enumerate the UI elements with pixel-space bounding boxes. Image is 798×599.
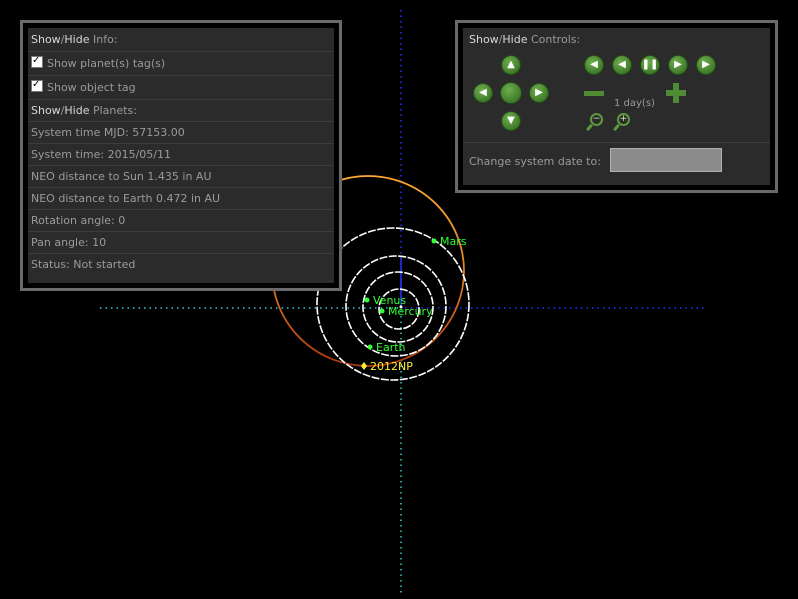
planet-tags-row[interactable]: Show planet(s) tag(s)	[28, 52, 334, 76]
object-label: 2012NP	[370, 360, 413, 373]
status-text: Status: Not started	[31, 258, 136, 271]
hide-info-link[interactable]: Hide	[64, 33, 89, 46]
mercury-marker	[379, 308, 385, 314]
info-panel: Show/Hide Info: Show planet(s) tag(s) Sh…	[20, 20, 342, 291]
controls-divider	[463, 142, 770, 143]
info-title: Info:	[92, 33, 118, 46]
object-marker	[361, 362, 367, 370]
show-info-link[interactable]: Show	[31, 33, 61, 46]
planet-mercury[interactable]: Mercury	[379, 305, 434, 318]
planet-label-mars: Mars	[440, 235, 467, 248]
object-tag-row[interactable]: Show object tag	[28, 76, 334, 100]
step-forward-button[interactable]: ▶	[668, 55, 688, 75]
system-date-input[interactable]	[610, 148, 722, 172]
planet-label-earth: Earth	[376, 341, 406, 354]
info-panel-body: Show/Hide Info: Show planet(s) tag(s) Sh…	[28, 28, 334, 283]
planet-earth[interactable]: Earth	[367, 341, 406, 354]
show-controls-link[interactable]: Show	[469, 33, 499, 46]
show-planets-link[interactable]: Show	[31, 104, 61, 117]
neo-distance-earth: NEO distance to Earth 0.472 in AU	[28, 188, 334, 210]
increase-step-button[interactable]	[666, 83, 686, 103]
pan-left-button[interactable]: ◀	[473, 83, 493, 103]
planet-label-mercury: Mercury	[388, 305, 433, 318]
venus-marker	[364, 297, 370, 303]
hide-controls-link[interactable]: Hide	[502, 33, 527, 46]
play-button[interactable]: ▶	[696, 55, 716, 75]
decrease-step-button[interactable]	[584, 91, 604, 96]
pan-right-button[interactable]: ▶	[529, 83, 549, 103]
rotation-angle: Rotation angle: 0	[28, 210, 334, 232]
pan-up-button[interactable]: ▲	[501, 55, 521, 75]
step-size-label: 1 day(s)	[614, 98, 655, 109]
plus-icon-v	[673, 83, 679, 103]
controls-header: Show/Hide Controls:	[469, 33, 580, 46]
pan-center-button[interactable]	[500, 82, 522, 104]
object-tag-label: Show object tag	[47, 81, 136, 94]
hide-planets-link[interactable]: Hide	[64, 104, 89, 117]
pause-button[interactable]: ❚❚	[640, 55, 660, 75]
planets-title: Planets:	[92, 104, 137, 117]
zoom-in-button[interactable]: +	[613, 113, 633, 133]
controls-panel: Show/Hide Controls: ▲ ◀ ▶ ▼ ◀ ◀ ❚❚ ▶ ▶ 1…	[455, 20, 778, 193]
pan-down-button[interactable]: ▼	[501, 111, 521, 131]
planet-tags-checkbox[interactable]	[31, 54, 43, 68]
zoom-out-button[interactable]: −	[586, 113, 606, 133]
pan-angle: Pan angle: 10	[28, 232, 334, 254]
controls-panel-body: Show/Hide Controls: ▲ ◀ ▶ ▼ ◀ ◀ ❚❚ ▶ ▶ 1…	[463, 28, 770, 185]
zoom-in-handle	[613, 123, 620, 132]
object-tag-checkbox[interactable]	[31, 78, 43, 92]
zoom-out-handle	[586, 123, 593, 132]
system-time: System time: 2015/05/11	[28, 144, 334, 166]
mars-marker	[431, 238, 437, 244]
planet-tags-label: Show planet(s) tag(s)	[47, 57, 166, 70]
controls-title: Controls:	[530, 33, 581, 46]
change-date-label: Change system date to:	[469, 155, 601, 168]
planets-header-row: Show/Hide Planets:	[28, 100, 334, 122]
system-time-mjd: System time MJD: 57153.00	[28, 122, 334, 144]
neo-distance-sun: NEO distance to Sun 1.435 in AU	[28, 166, 334, 188]
info-header-row: Show/Hide Info:	[28, 28, 334, 52]
earth-marker	[367, 344, 373, 350]
rewind-button[interactable]: ◀	[584, 55, 604, 75]
step-back-button[interactable]: ◀	[612, 55, 632, 75]
